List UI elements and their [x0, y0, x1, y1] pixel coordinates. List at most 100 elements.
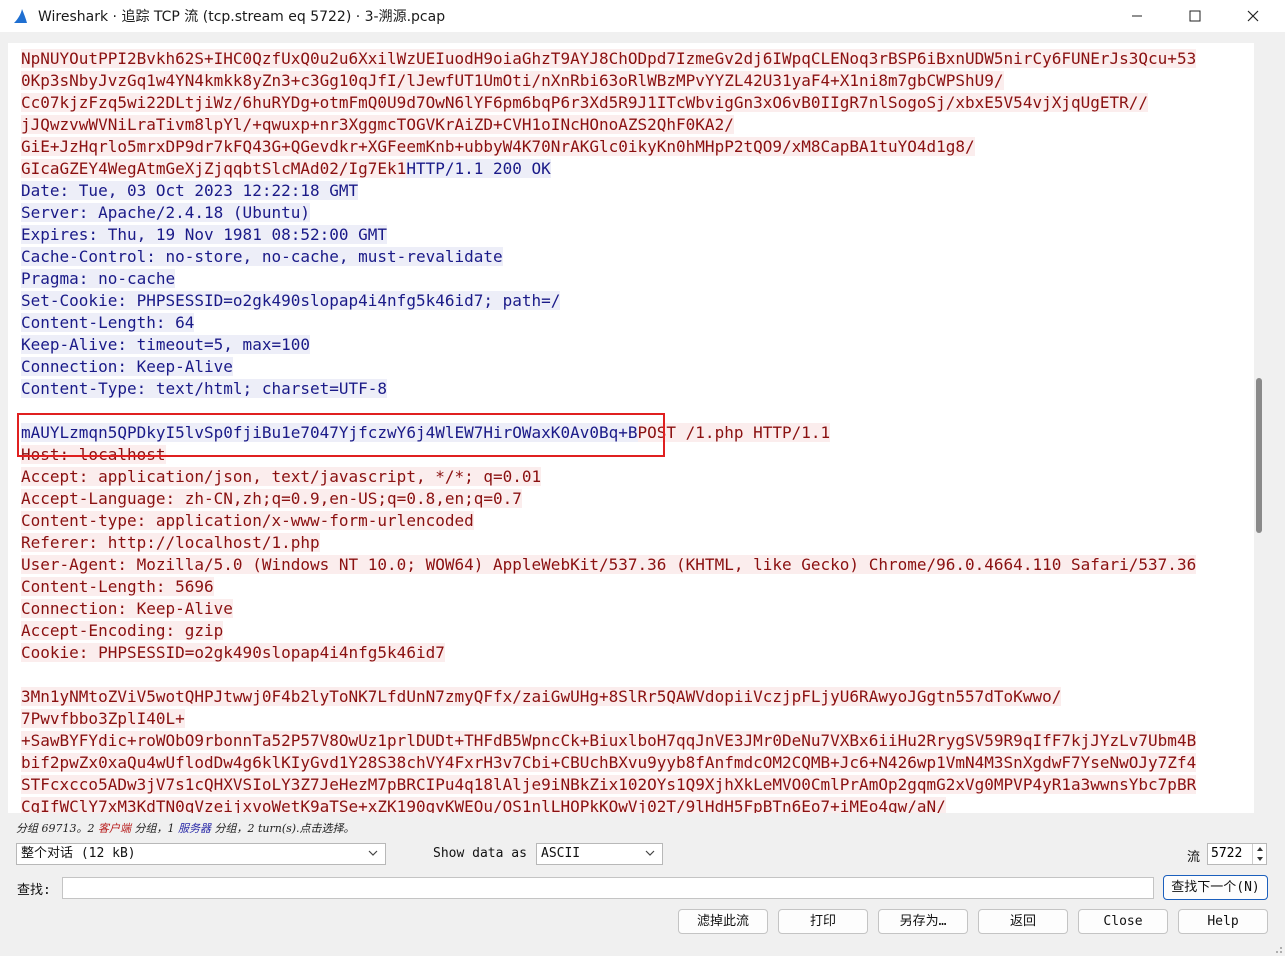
show-data-select[interactable]: ASCII	[536, 843, 663, 865]
client-data: GIcaGZEY4WegAtmGeXjZjqqbtSlcMAd02/Ig7Ek1	[21, 159, 407, 178]
server-data: Cache-Control: no-store, no-cache, must-…	[21, 247, 503, 266]
filter-out-button[interactable]: 滤掉此流	[678, 909, 768, 934]
stream-line: Keep-Alive: timeout=5, max=100	[21, 334, 1254, 356]
red-highlight-annotation	[17, 413, 665, 457]
stream-line: Cc07kjzFzq5wi22DLtjiWz/6huRYDg+otmFmQ0U9…	[21, 92, 1254, 114]
stream-line: 3Mn1yNMtoZViV5wotQHPJtwwj0F4b2lyToNK7Lfd…	[21, 686, 1254, 708]
show-data-value: ASCII	[541, 846, 581, 861]
server-data: HTTP/1.1 200 OK	[406, 159, 551, 178]
stream-number-stepper[interactable]: 5722	[1207, 843, 1267, 865]
stream-line: Referer: http://localhost/1.php	[21, 532, 1254, 554]
stream-line: STFcxcco5ADw3jV7s1cQHXVSIoLY3Z7JeHezM7pB…	[21, 774, 1254, 796]
minimize-button[interactable]	[1108, 0, 1166, 32]
stream-line: Cookie: PHPSESSID=o2gk490slopap4i4nfg5k4…	[21, 642, 1254, 664]
stream-line: Pragma: no-cache	[21, 268, 1254, 290]
title-bar: Wireshark · 追踪 TCP 流 (tcp.stream eq 5722…	[0, 0, 1285, 32]
stream-line: CgIfWClY7xM3KdTN0qVzeijxvoWetK9aTSe+xZK1…	[21, 796, 1254, 813]
client-data: Accept: application/json, text/javascrip…	[21, 467, 542, 486]
stream-line: GiE+JzHqrlo5mrxDP9dr7kFQ43G+QGevdkr+XGFe…	[21, 136, 1254, 158]
chevron-down-icon	[645, 850, 655, 856]
conversation-select[interactable]: 整个对话 (12 kB)	[16, 843, 386, 865]
client-data: STFcxcco5ADw3jV7s1cQHXVSIoLY3Z7JeHezM7pB…	[21, 775, 1197, 794]
stream-number-value: 5722	[1211, 846, 1243, 861]
stream-line: Expires: Thu, 19 Nov 1981 08:52:00 GMT	[21, 224, 1254, 246]
client-data: Content-type: application/x-www-form-url…	[21, 511, 474, 530]
window-title: Wireshark · 追踪 TCP 流 (tcp.stream eq 5722…	[38, 9, 446, 25]
scrollbar-thumb[interactable]	[1256, 378, 1262, 533]
server-data: Expires: Thu, 19 Nov 1981 08:52:00 GMT	[21, 225, 388, 244]
client-data: jJQwzvwWVNiLraTivm8lpYl/+qwuxp+nr3XggmcT…	[21, 115, 734, 134]
find-input[interactable]	[62, 877, 1154, 899]
stream-line: 7Pwvfbbo3ZplI40L+	[21, 708, 1254, 730]
stream-line: User-Agent: Mozilla/5.0 (Windows NT 10.0…	[21, 554, 1254, 576]
maximize-icon	[1189, 10, 1201, 22]
close-button[interactable]: Close	[1078, 909, 1168, 934]
close-icon	[1247, 10, 1259, 22]
status-prefix: 分组 69713。2	[16, 822, 98, 835]
server-data: Connection: Keep-Alive	[21, 357, 233, 376]
stream-line: Cache-Control: no-store, no-cache, must-…	[21, 246, 1254, 268]
client-data: Cookie: PHPSESSID=o2gk490slopap4i4nfg5k4…	[21, 643, 445, 662]
stream-line	[21, 664, 1254, 686]
conversation-select-value: 整个对话 (12 kB)	[21, 846, 136, 861]
server-data: Date: Tue, 03 Oct 2023 12:22:18 GMT	[21, 181, 359, 200]
stream-line: GIcaGZEY4WegAtmGeXjZjqqbtSlcMAd02/Ig7Ek1…	[21, 158, 1254, 180]
status-suffix: 分组，2 turn(s).点击选择。	[210, 822, 355, 835]
stepper-arrows[interactable]	[1252, 844, 1266, 864]
save-as-button[interactable]: 另存为…	[878, 909, 968, 934]
stream-status: 分组 69713。2 客户端 分组，1 服务器 分组，2 turn(s).点击选…	[16, 820, 355, 836]
stream-line: Content-type: application/x-www-form-url…	[21, 510, 1254, 532]
client-data: User-Agent: Mozilla/5.0 (Windows NT 10.0…	[21, 555, 1197, 574]
stream-line: +SawBYFYdic+roWObO9rbonnTa52P57V8OwUz1pr…	[21, 730, 1254, 752]
stream-line: Accept: application/json, text/javascrip…	[21, 466, 1254, 488]
status-mid: 分组，1	[130, 822, 178, 835]
client-data: Accept-Language: zh-CN,zh;q=0.9,en-US;q=…	[21, 489, 522, 508]
stream-line: Set-Cookie: PHPSESSID=o2gk490slopap4i4nf…	[21, 290, 1254, 312]
client-data: 7Pwvfbbo3ZplI40L+	[21, 709, 185, 728]
client-data: Cc07kjzFzq5wi22DLtjiWz/6huRYDg+otmFmQ0U9…	[21, 93, 1149, 112]
client-data: CgIfWClY7xM3KdTN0qVzeijxvoWetK9aTSe+xZK1…	[21, 797, 946, 813]
wireshark-fin-icon	[14, 9, 27, 23]
stream-line: Content-Type: text/html; charset=UTF-8	[21, 378, 1254, 400]
client-data: 3Mn1yNMtoZViV5wotQHPJtwwj0F4b2lyToNK7Lfd…	[21, 687, 1062, 706]
find-label: 查找:	[17, 883, 51, 898]
server-data: Set-Cookie: PHPSESSID=o2gk490slopap4i4nf…	[21, 291, 561, 310]
client-data: Content-Length: 5696	[21, 577, 214, 596]
stream-line: Accept-Encoding: gzip	[21, 620, 1254, 642]
close-window-button[interactable]	[1224, 0, 1282, 32]
server-data: Content-Length: 64	[21, 313, 195, 332]
stream-line: Accept-Language: zh-CN,zh;q=0.9,en-US;q=…	[21, 488, 1254, 510]
find-next-button[interactable]: 查找下一个(N)	[1163, 875, 1268, 900]
client-data: Accept-Encoding: gzip	[21, 621, 224, 640]
resize-grip-icon[interactable]	[1271, 942, 1283, 954]
server-label[interactable]: 服务器	[178, 822, 211, 835]
stream-line: Content-Length: 64	[21, 312, 1254, 334]
stream-line: bif2pwZx0xaQu4wUflodDw4g6klKIyGvd1Y28S38…	[21, 752, 1254, 774]
down-arrow-icon[interactable]	[1253, 854, 1267, 864]
server-data: Pragma: no-cache	[21, 269, 176, 288]
stream-line: Content-Length: 5696	[21, 576, 1254, 598]
help-button[interactable]: Help	[1178, 909, 1268, 934]
server-data: Server: Apache/2.4.18 (Ubuntu)	[21, 203, 310, 222]
chevron-down-icon	[368, 850, 378, 856]
show-data-label: Show data as	[433, 846, 527, 861]
client-data: Referer: http://localhost/1.php	[21, 533, 320, 552]
back-button[interactable]: 返回	[978, 909, 1068, 934]
stream-line: Server: Apache/2.4.18 (Ubuntu)	[21, 202, 1254, 224]
stream-line: 0Kp3sNbyJvzGq1w4YN4kmkk8yZn3+c3Gg10qJfI/…	[21, 70, 1254, 92]
maximize-button[interactable]	[1166, 0, 1224, 32]
stream-line: Connection: Keep-Alive	[21, 356, 1254, 378]
client-data: +SawBYFYdic+roWObO9rbonnTa52P57V8OwUz1pr…	[21, 731, 1197, 750]
client-label[interactable]: 客户端	[98, 822, 131, 835]
vertical-scrollbar[interactable]	[1254, 43, 1266, 813]
up-arrow-icon[interactable]	[1253, 844, 1267, 854]
client-data: 0Kp3sNbyJvzGq1w4YN4kmkk8yZn3+c3Gg10qJfI/…	[21, 71, 1004, 90]
client-data: POST /1.php HTTP/1.1	[637, 423, 831, 442]
server-data: Content-Type: text/html; charset=UTF-8	[21, 379, 388, 398]
client-data: bif2pwZx0xaQu4wUflodDw4g6klKIyGvd1Y28S38…	[21, 753, 1197, 772]
print-button[interactable]: 打印	[778, 909, 868, 934]
client-data: NpNUYOutPPI2Bvkh62S+IHC0QzfUxQ0u2u6XxilW…	[21, 49, 1197, 68]
stream-line: jJQwzvwWVNiLraTivm8lpYl/+qwuxp+nr3XggmcT…	[21, 114, 1254, 136]
stream-line: Connection: Keep-Alive	[21, 598, 1254, 620]
client-data: Connection: Keep-Alive	[21, 599, 233, 618]
